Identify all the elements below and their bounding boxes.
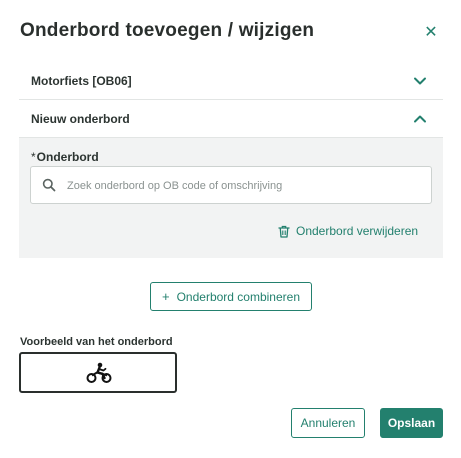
close-icon[interactable]: ✕ <box>424 24 438 42</box>
accordion-item-motorfiets[interactable]: Motorfiets [OB06] <box>19 62 443 100</box>
plus-icon: + <box>162 289 170 304</box>
save-button[interactable]: Opslaan <box>380 408 443 438</box>
accordion-item-label: Motorfiets [OB06] <box>31 73 132 88</box>
remove-onderbord-button[interactable]: Onderbord verwijderen <box>278 223 418 239</box>
onderbord-preview <box>19 352 177 393</box>
preview-label: Voorbeeld van het onderbord <box>20 336 173 348</box>
trash-icon <box>278 225 290 238</box>
onderbord-search-field[interactable] <box>30 166 432 204</box>
dialog-title: Onderbord toevoegen / wijzigen <box>20 20 315 41</box>
onderbord-field-label: *Onderbord <box>31 150 99 164</box>
remove-onderbord-label: Onderbord verwijderen <box>296 224 419 238</box>
chevron-up-icon <box>414 115 426 123</box>
motorcycle-icon <box>86 362 112 383</box>
combine-onderbord-label: Onderbord combineren <box>176 289 300 304</box>
combine-onderbord-button[interactable]: + Onderbord combineren <box>150 282 312 311</box>
accordion-item-label: Nieuw onderbord <box>31 111 130 126</box>
onderbord-search-input[interactable] <box>65 175 429 197</box>
field-label-text: Onderbord <box>36 150 99 164</box>
onderbord-panel: *Onderbord Onderbord verwijderen <box>19 138 443 258</box>
chevron-down-icon <box>414 77 426 85</box>
required-marker: * <box>31 150 36 164</box>
accordion-item-nieuw-onderbord[interactable]: Nieuw onderbord <box>19 100 443 138</box>
cancel-button[interactable]: Annuleren <box>291 408 365 438</box>
search-icon <box>42 178 56 192</box>
